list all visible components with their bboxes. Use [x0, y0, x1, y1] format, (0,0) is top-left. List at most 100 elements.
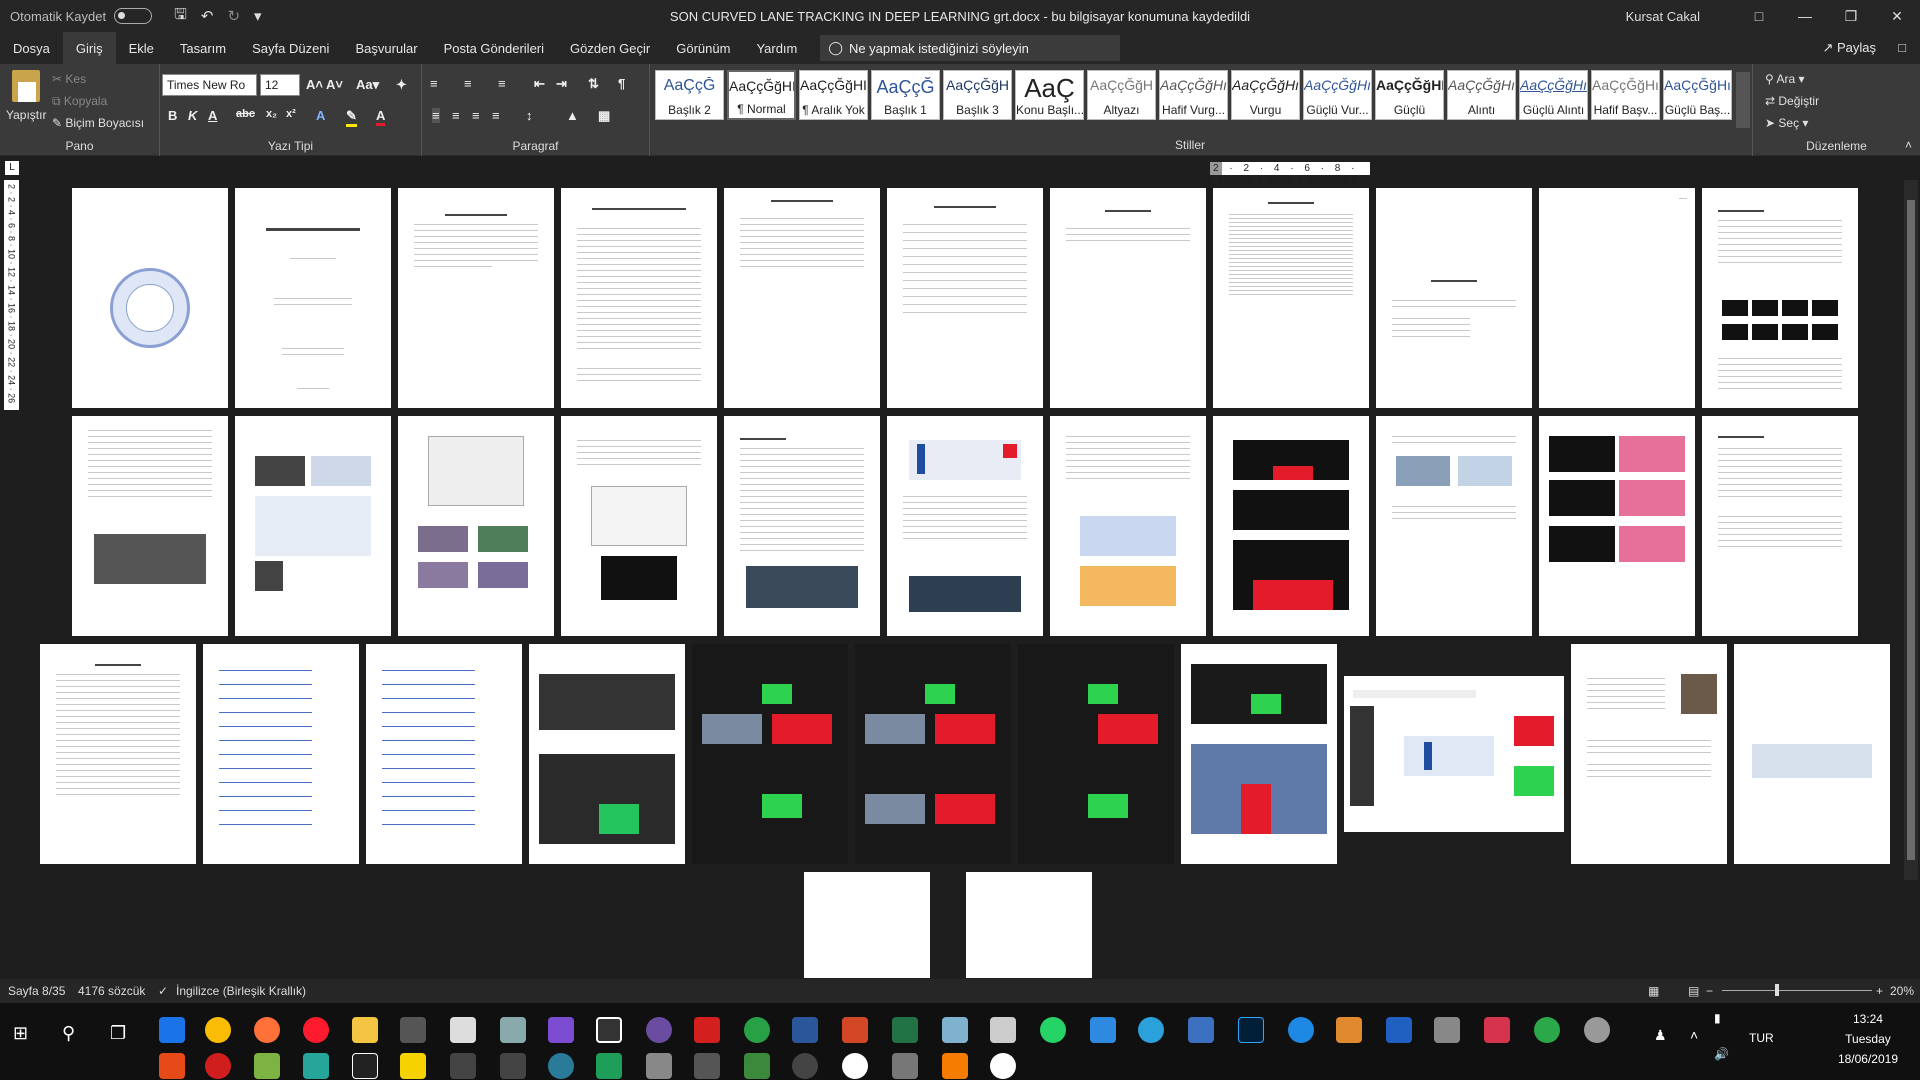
- page-thumbnail[interactable]: [235, 416, 391, 636]
- zoom-in-icon[interactable]: +: [1876, 984, 1883, 998]
- telegram-icon[interactable]: [1138, 1017, 1164, 1043]
- volume-icon[interactable]: 🔊: [1714, 1047, 1729, 1061]
- align-center-icon[interactable]: ≡: [452, 108, 460, 123]
- ruler-scale[interactable]: 2 · 2 · 4 · 6 · 8 · 10 · 12 · 14 · · 18: [1210, 162, 1370, 187]
- app-icon[interactable]: [646, 1017, 672, 1043]
- style-item[interactable]: AaÇçĞğHI ¶ Normal: [727, 70, 796, 120]
- style-item[interactable]: AaÇçĞ Başlık 2: [655, 70, 724, 120]
- task-view-icon[interactable]: ❐: [110, 1023, 126, 1044]
- tab-references[interactable]: Başvurular: [342, 32, 430, 64]
- shrink-font-icon[interactable]: A˅: [326, 77, 343, 92]
- superscript-icon[interactable]: x²: [286, 108, 296, 120]
- app-icon[interactable]: [1386, 1017, 1412, 1043]
- search-icon[interactable]: ⚲: [62, 1023, 75, 1044]
- whatsapp-icon[interactable]: [1040, 1017, 1066, 1043]
- print-layout-icon[interactable]: ▤: [1688, 984, 1699, 998]
- numbering-icon[interactable]: ≡: [464, 76, 472, 91]
- justify-icon[interactable]: ≡: [492, 108, 500, 123]
- app-icon[interactable]: [500, 1017, 526, 1043]
- user-name[interactable]: Kursat Cakal: [1626, 9, 1700, 24]
- opera-icon[interactable]: [303, 1017, 329, 1043]
- file-explorer-icon[interactable]: [352, 1017, 378, 1043]
- page-thumbnail[interactable]: [1376, 188, 1532, 408]
- autosave[interactable]: Otomatik Kaydet: [10, 8, 153, 24]
- multilevel-list-icon[interactable]: ≡: [498, 76, 506, 91]
- increase-indent-icon[interactable]: ⇥: [556, 76, 567, 92]
- tell-me-box[interactable]: ◯ Ne yapmak istediğinizi söyleyin: [820, 35, 1121, 61]
- font-color-icon[interactable]: A: [376, 108, 386, 126]
- subscript-icon[interactable]: x₂: [266, 108, 277, 120]
- comments-icon[interactable]: □: [1898, 40, 1906, 55]
- app-icon[interactable]: [450, 1053, 476, 1079]
- tab-insert[interactable]: Ekle: [116, 32, 167, 64]
- close-icon[interactable]: ✕: [1874, 8, 1920, 25]
- app-icon[interactable]: [205, 1053, 231, 1079]
- scroll-thumb[interactable]: [1907, 200, 1915, 860]
- page-thumbnail[interactable]: [235, 188, 391, 408]
- page-thumbnail[interactable]: [72, 416, 228, 636]
- tab-review[interactable]: Gözden Geçir: [557, 32, 663, 64]
- python-icon[interactable]: [1188, 1017, 1214, 1043]
- page-thumbnail[interactable]: [1702, 188, 1858, 408]
- app-icon[interactable]: [842, 1053, 868, 1079]
- tab-home[interactable]: Giriş: [62, 32, 116, 64]
- word-count[interactable]: 4176 sözcük: [78, 984, 145, 998]
- sort-icon[interactable]: ⇅: [588, 76, 599, 92]
- app-icon[interactable]: [1534, 1017, 1560, 1043]
- zoom-slider[interactable]: [1722, 990, 1872, 991]
- settings-icon[interactable]: [892, 1053, 918, 1079]
- paste-button[interactable]: Yapıştır: [6, 108, 46, 122]
- style-item[interactable]: AaÇçĞğHı Vurgu: [1231, 70, 1300, 120]
- store-icon[interactable]: [400, 1017, 426, 1043]
- share-button[interactable]: ↗ Paylaş: [1822, 40, 1876, 56]
- page-thumbnail[interactable]: [203, 644, 359, 864]
- document-canvas[interactable]: [22, 180, 1920, 980]
- read-mode-icon[interactable]: ▦: [1648, 984, 1659, 998]
- page-thumbnail[interactable]: [1213, 416, 1369, 636]
- app-icon[interactable]: [159, 1053, 185, 1079]
- acrobat-icon[interactable]: [694, 1017, 720, 1043]
- page-thumbnail[interactable]: [1539, 188, 1695, 408]
- page-thumbnail[interactable]: [887, 188, 1043, 408]
- change-case-icon[interactable]: Aa▾: [356, 77, 379, 93]
- redo-icon[interactable]: ↻: [227, 7, 240, 25]
- font-family-select[interactable]: Times New Ro: [162, 74, 257, 96]
- jetbrains-icon[interactable]: [596, 1017, 622, 1043]
- app-icon[interactable]: [500, 1053, 526, 1079]
- windows-icon[interactable]: ⊞: [13, 1023, 28, 1044]
- app-icon[interactable]: [548, 1053, 574, 1079]
- autosave-toggle[interactable]: [114, 8, 153, 24]
- page-thumbnail[interactable]: [724, 416, 880, 636]
- text-effects-icon[interactable]: A: [316, 108, 325, 123]
- italic-icon[interactable]: K: [188, 108, 197, 123]
- skype-icon[interactable]: [1288, 1017, 1314, 1043]
- bold-icon[interactable]: B: [168, 108, 177, 123]
- style-item[interactable]: AaÇçĞğHI Güçlü: [1375, 70, 1444, 120]
- language-indicator-taskbar[interactable]: TUR: [1749, 1031, 1774, 1045]
- save-icon[interactable]: 🖫: [174, 4, 187, 29]
- tab-design[interactable]: Tasarım: [167, 32, 239, 64]
- page-thumbnail[interactable]: [1181, 644, 1337, 864]
- people-icon[interactable]: ♟: [1654, 1027, 1667, 1044]
- strikethrough-icon[interactable]: abc: [236, 108, 255, 120]
- battery-icon[interactable]: ▮: [1714, 1011, 1721, 1025]
- page-thumbnail[interactable]: [561, 416, 717, 636]
- calculator-icon[interactable]: [990, 1017, 1016, 1043]
- page-thumbnail[interactable]: [1344, 676, 1564, 832]
- powerpoint-icon[interactable]: [842, 1017, 868, 1043]
- line-spacing-icon[interactable]: ↕: [526, 108, 533, 123]
- align-right-icon[interactable]: ≡: [472, 108, 480, 123]
- app-icon[interactable]: [1434, 1017, 1460, 1043]
- proofing-icon[interactable]: ✓: [158, 984, 168, 998]
- replace-button[interactable]: ⇄ Değiştir: [1765, 94, 1819, 108]
- page-thumbnail[interactable]: [366, 644, 522, 864]
- clear-format-icon[interactable]: ✦: [396, 77, 407, 93]
- customize-qat-icon[interactable]: ▾: [254, 7, 262, 25]
- zoom-slider-handle[interactable]: [1775, 984, 1779, 996]
- ribbon-display-icon[interactable]: □: [1736, 8, 1782, 24]
- page-thumbnail[interactable]: [855, 644, 1011, 864]
- vertical-ruler[interactable]: 2 · 2 · 4 · 6 · 8 · 10 · 12 · 14 · 16 · …: [4, 180, 19, 410]
- style-item[interactable]: AaÇçĞğHı Güçlü Vur...: [1303, 70, 1372, 120]
- page-thumbnail[interactable]: [692, 644, 848, 864]
- app-icon[interactable]: [303, 1053, 329, 1079]
